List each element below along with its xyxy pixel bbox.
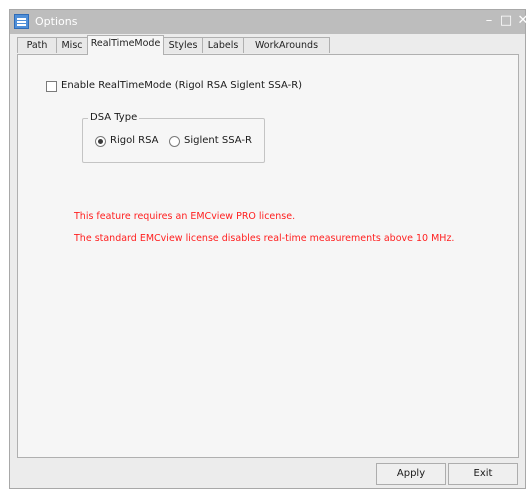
title-bar[interactable]: Options – □ ✕ [10,10,526,34]
apply-button[interactable]: Apply [376,463,446,485]
enable-realtime-checkbox[interactable] [46,81,57,92]
window-title: Options [35,15,78,28]
tab-misc[interactable]: Misc [56,37,88,53]
rigol-rsa-label[interactable]: Rigol RSA [110,135,158,146]
exit-button[interactable]: Exit [448,463,518,485]
minimize-icon[interactable]: – [481,13,497,29]
enable-realtime-label[interactable]: Enable RealTimeMode (Rigol RSA Siglent S… [61,80,302,91]
dsa-type-group-title: DSA Type [88,112,140,123]
tab-workarounds[interactable]: WorkArounds [243,37,330,53]
rigol-rsa-radio[interactable] [95,136,106,147]
siglent-ssa-r-label[interactable]: Siglent SSA-R [184,135,252,146]
tab-realtimemode[interactable]: RealTimeMode [87,35,164,55]
app-icon [14,14,29,29]
tab-path[interactable]: Path [17,37,57,53]
tab-styles[interactable]: Styles [163,37,203,53]
maximize-icon[interactable]: □ [498,13,514,29]
close-icon[interactable]: ✕ [515,13,526,29]
license-notice-line-1: This feature requires an EMCview PRO lic… [74,211,296,222]
license-notice-line-2: The standard EMCview license disables re… [74,233,455,244]
siglent-ssa-r-radio[interactable] [169,136,180,147]
tab-labels[interactable]: Labels [202,37,244,53]
